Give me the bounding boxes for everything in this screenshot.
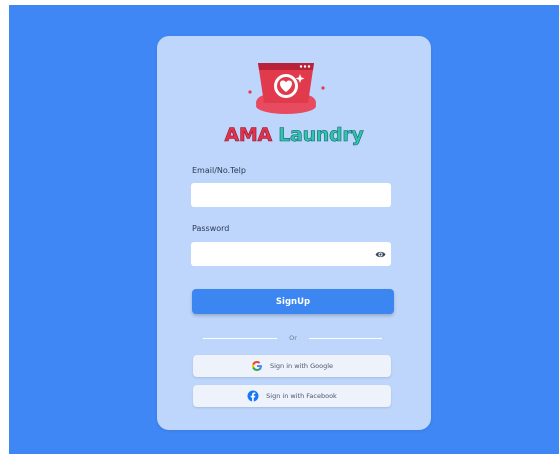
password-input[interactable] xyxy=(191,242,391,266)
facebook-signin-label: Sign in with Facebook xyxy=(266,392,337,400)
password-label: Password xyxy=(192,224,230,233)
facebook-icon xyxy=(247,390,259,402)
laundry-heart-logo xyxy=(248,63,325,114)
brand-word-laundry: Laundry xyxy=(278,124,364,147)
brand-title: AMA Laundry xyxy=(157,124,431,147)
signup-button[interactable]: SignUp xyxy=(192,289,394,314)
brand-word-ama: AMA xyxy=(224,124,272,147)
facebook-signin-button[interactable]: Sign in with Facebook xyxy=(193,385,391,407)
divider-line-right xyxy=(309,338,382,339)
google-icon xyxy=(251,361,262,371)
google-signin-button[interactable]: Sign in with Google xyxy=(193,355,391,377)
email-input[interactable] xyxy=(191,183,391,207)
divider-text: Or xyxy=(289,334,297,342)
divider-line-left xyxy=(203,338,277,339)
email-label: Email/No.Telp xyxy=(192,166,246,175)
google-signin-label: Sign in with Google xyxy=(269,362,333,370)
eye-icon[interactable] xyxy=(375,250,386,259)
